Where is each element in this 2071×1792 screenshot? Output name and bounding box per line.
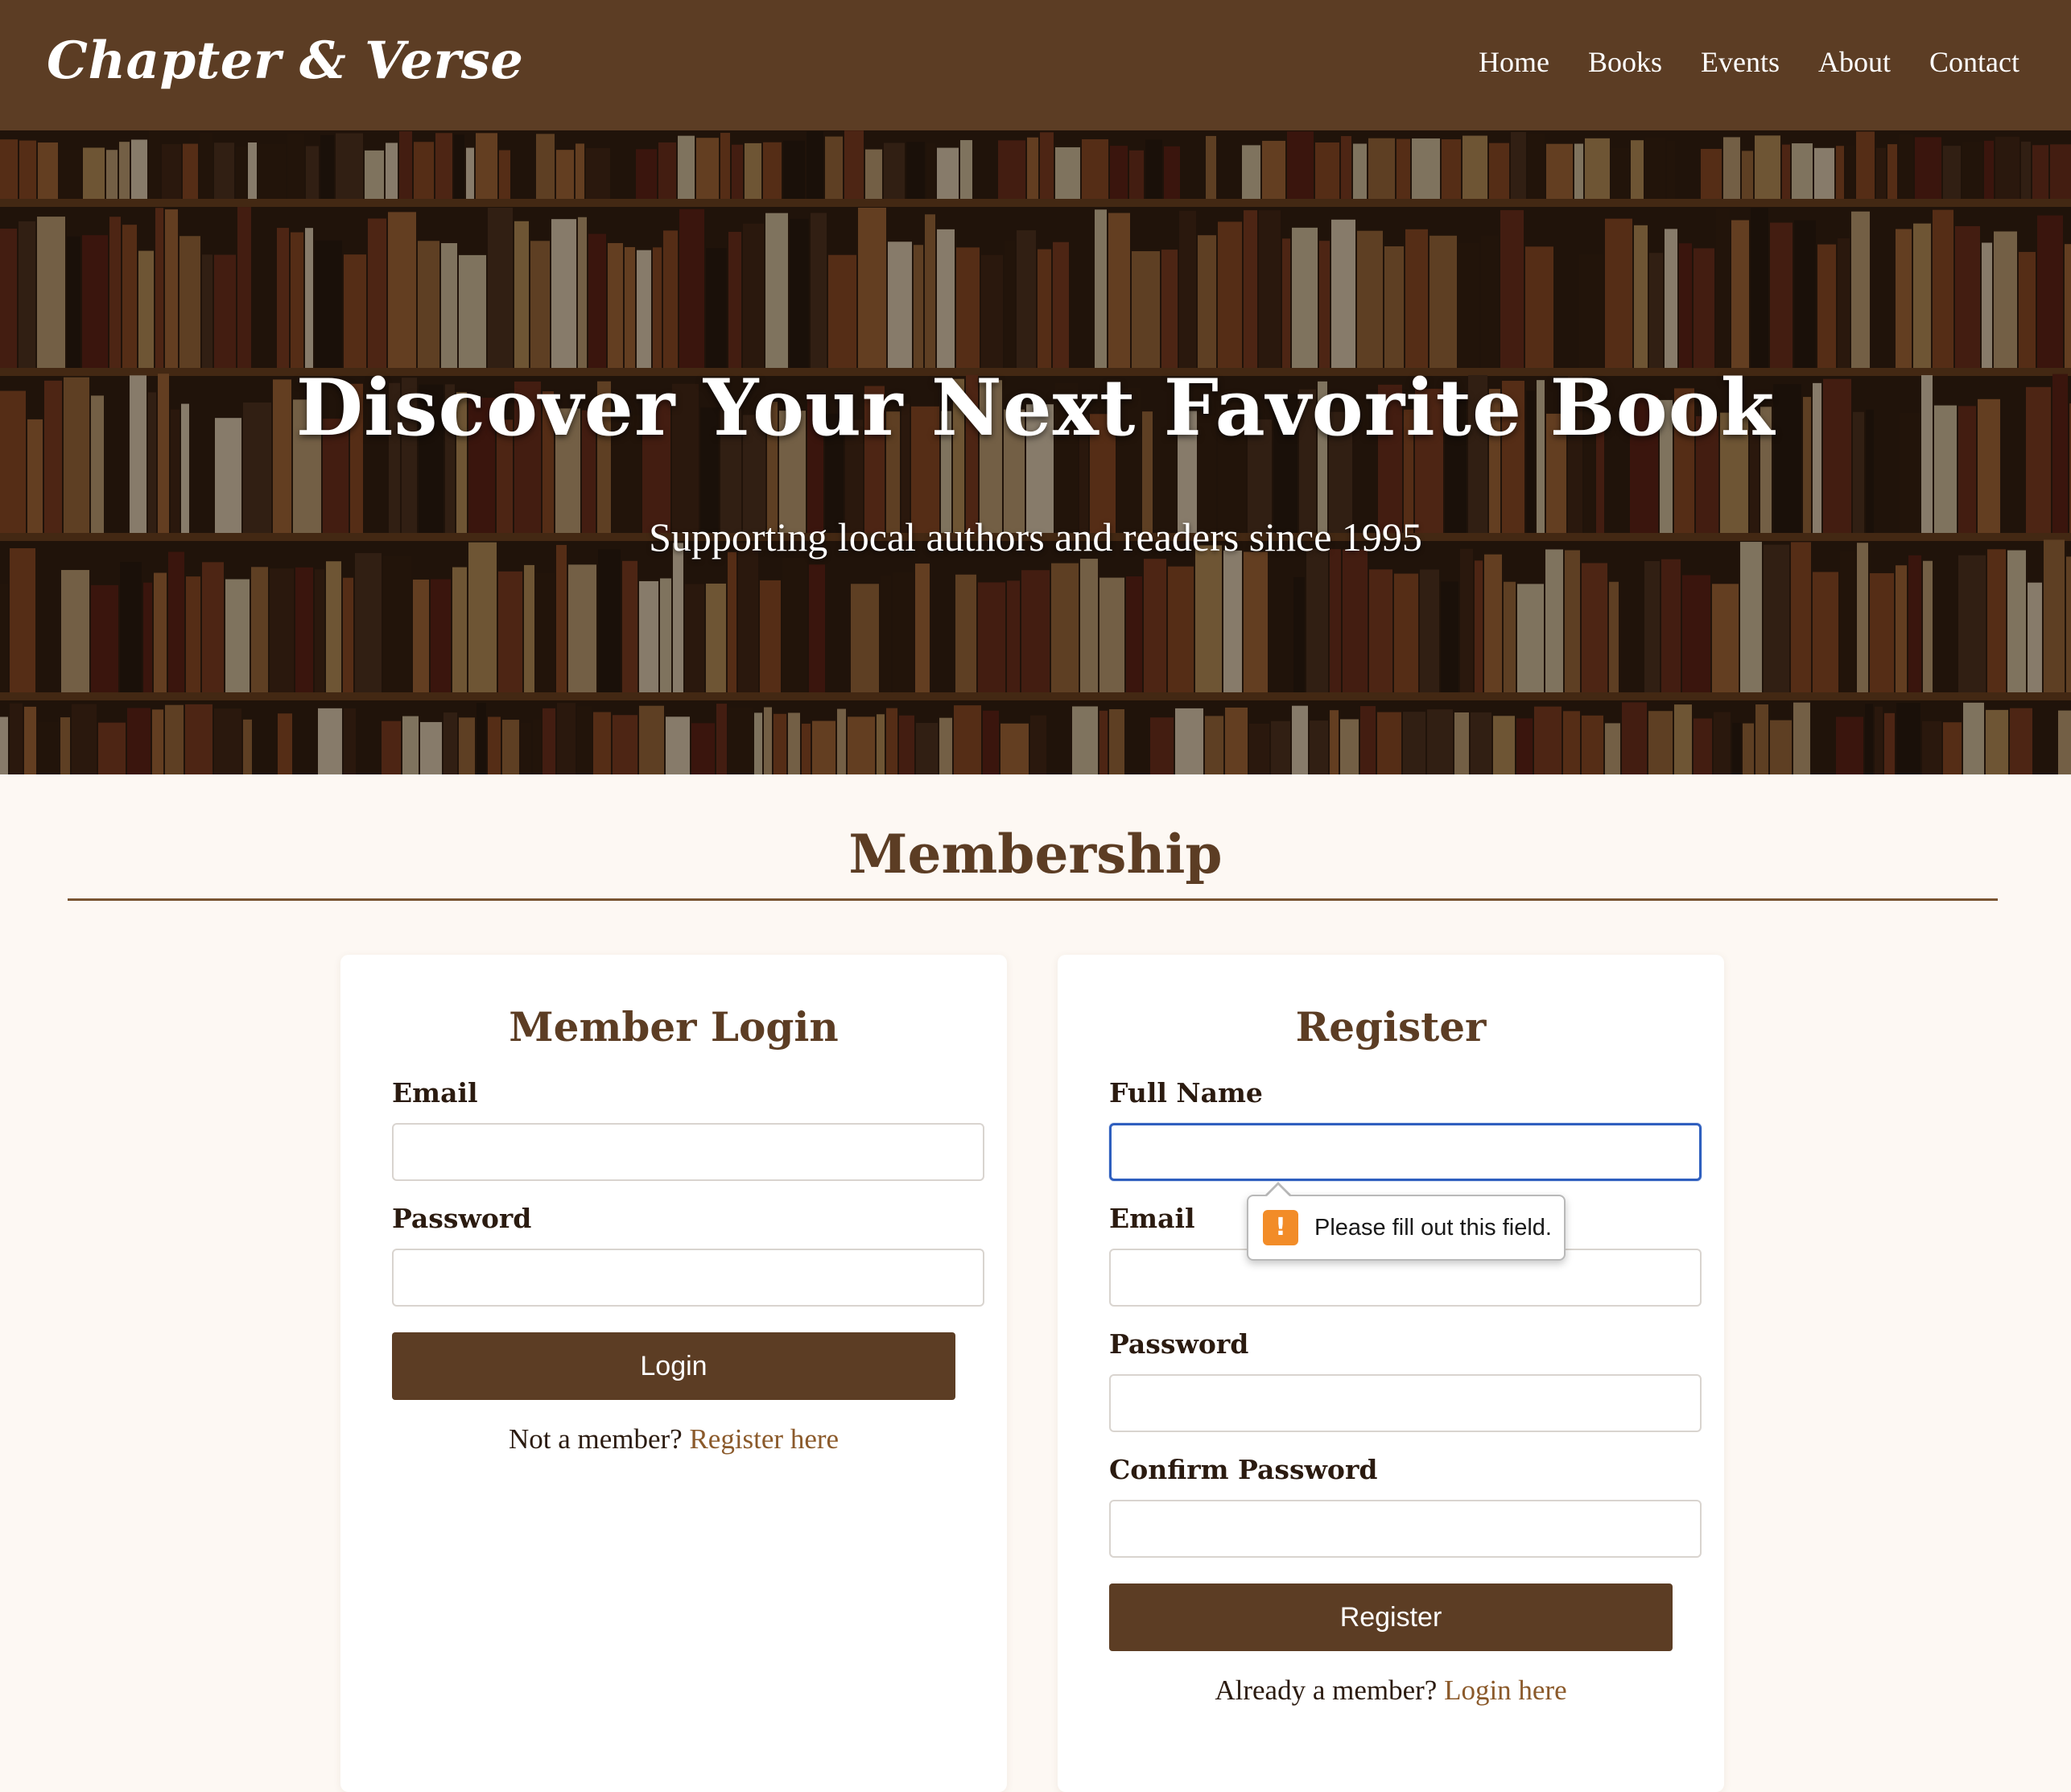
site-header: Chapter & Verse Home Books Events About … xyxy=(0,0,2071,130)
section-divider xyxy=(68,898,1998,901)
nav-events[interactable]: Events xyxy=(1701,45,1780,79)
nav-books[interactable]: Books xyxy=(1588,45,1662,79)
register-prompt-text: Not a member? xyxy=(508,1423,683,1455)
login-email-input[interactable] xyxy=(392,1123,984,1181)
nav-contact[interactable]: Contact xyxy=(1929,45,2019,79)
login-prompt-text: Already a member? xyxy=(1215,1674,1438,1706)
login-prompt: Already a member? Login here xyxy=(1058,1674,1724,1707)
login-title: Member Login xyxy=(509,1003,839,1051)
register-card: Register Full Name Email Password Confir… xyxy=(1058,955,1724,1792)
register-prompt: Not a member? Register here xyxy=(340,1423,1007,1455)
membership-heading: Membership xyxy=(848,823,1223,886)
login-password-input[interactable] xyxy=(392,1249,984,1307)
register-title: Register xyxy=(1295,1003,1487,1051)
login-email-label: Email xyxy=(392,1077,478,1109)
register-password-input[interactable] xyxy=(1109,1374,1702,1432)
register-confirm-label: Confirm Password xyxy=(1109,1454,1378,1485)
login-button[interactable]: Login xyxy=(392,1332,955,1400)
register-confirm-input[interactable] xyxy=(1109,1500,1702,1558)
register-fullname-input[interactable] xyxy=(1109,1123,1702,1181)
tooltip-arrow-fill xyxy=(1266,1185,1290,1197)
register-here-link[interactable]: Register here xyxy=(689,1423,839,1455)
register-fullname-label: Full Name xyxy=(1109,1077,1263,1109)
main-nav: Home Books Events About Contact xyxy=(1479,45,2019,79)
nav-home[interactable]: Home xyxy=(1479,45,1549,79)
register-email-label: Email xyxy=(1109,1203,1195,1234)
brand-logo[interactable]: Chapter & Verse xyxy=(47,31,524,91)
login-here-link[interactable]: Login here xyxy=(1444,1674,1567,1706)
register-button[interactable]: Register xyxy=(1109,1583,1673,1651)
login-card: Member Login Email Password Login Not a … xyxy=(340,955,1007,1792)
register-password-label: Password xyxy=(1109,1328,1249,1360)
nav-about[interactable]: About xyxy=(1818,45,1891,79)
validation-tooltip: ! Please fill out this field. xyxy=(1247,1195,1566,1261)
validation-message: Please fill out this field. xyxy=(1314,1214,1552,1241)
hero-subtitle: Supporting local authors and readers sin… xyxy=(649,514,1422,559)
login-password-label: Password xyxy=(392,1203,532,1234)
warning-icon: ! xyxy=(1263,1210,1298,1245)
hero-title: Discover Your Next Favorite Book xyxy=(295,362,1776,453)
hero-banner: Discover Your Next Favorite Book Support… xyxy=(0,130,2071,774)
